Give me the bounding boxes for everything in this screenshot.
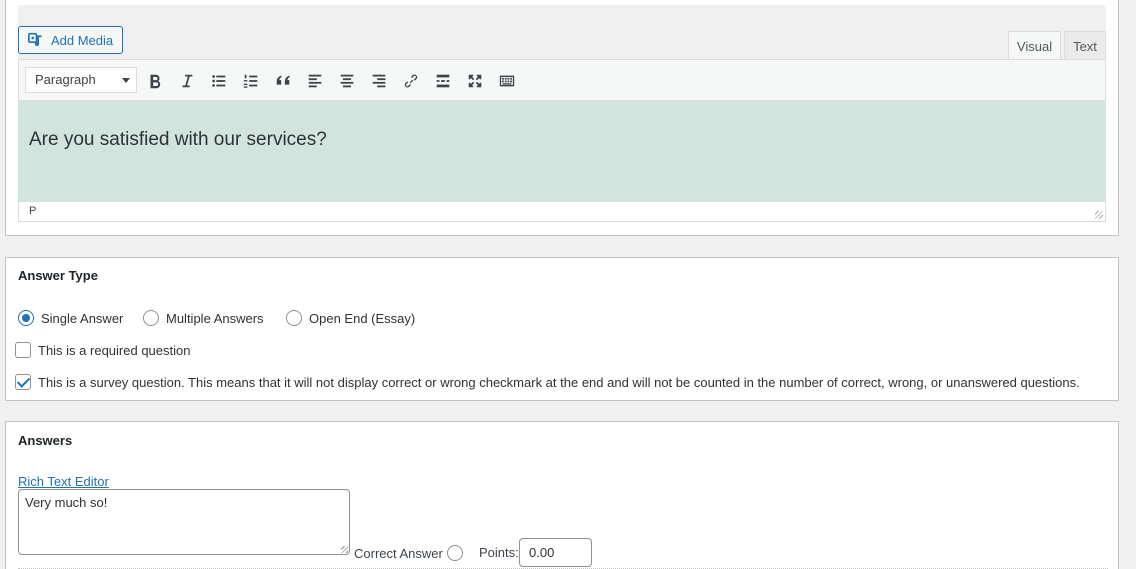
- answer-type-panel: Answer Type Single Answer Multiple Answe…: [5, 257, 1119, 401]
- align-left-icon: [308, 74, 322, 88]
- bulleted-list-button[interactable]: [208, 70, 230, 92]
- open-end-radio[interactable]: [286, 310, 302, 326]
- align-right-icon: [372, 74, 386, 88]
- points-label: Points:: [479, 545, 519, 560]
- tab-visual-label: Visual: [1016, 38, 1053, 54]
- blockquote-button[interactable]: [272, 70, 294, 92]
- single-answer-radio[interactable]: [18, 310, 34, 326]
- required-question-row[interactable]: This is a required question: [15, 342, 190, 358]
- toolbar-toggle-icon: [499, 75, 515, 87]
- correct-answer-label: Correct Answer: [354, 545, 443, 561]
- bulleted-list-icon: [212, 75, 226, 87]
- add-media-button[interactable]: Add Media: [18, 26, 123, 54]
- rich-text-editor-link[interactable]: Rich Text Editor: [18, 474, 109, 489]
- answer-type-heading: Answer Type: [18, 268, 98, 283]
- italic-button[interactable]: [176, 70, 198, 92]
- add-media-label: Add Media: [51, 32, 114, 48]
- answers-heading: Answers: [18, 433, 73, 448]
- align-center-icon: [340, 74, 354, 88]
- resize-handle-icon[interactable]: [341, 546, 348, 553]
- format-select-value: Paragraph: [35, 72, 96, 87]
- question-text: Are you satisfied with our services?: [29, 129, 327, 150]
- multiple-answers-radio[interactable]: [143, 310, 159, 326]
- survey-question-label: This is a survey question. This means th…: [38, 374, 1080, 390]
- format-select[interactable]: Paragraph: [25, 67, 137, 93]
- points-input[interactable]: 0.00: [519, 538, 592, 567]
- tab-text-label: Text: [1073, 38, 1097, 54]
- align-center-button[interactable]: [336, 70, 358, 92]
- element-path[interactable]: P: [29, 205, 36, 217]
- read-more-icon: [436, 74, 450, 88]
- bold-icon: [150, 74, 161, 89]
- editor-statusbar: P: [18, 202, 1106, 222]
- read-more-button[interactable]: [432, 70, 454, 92]
- answer-text: Very much so!: [25, 495, 108, 510]
- fullscreen-button[interactable]: [464, 70, 486, 92]
- answer-textarea[interactable]: Very much so!: [18, 489, 350, 555]
- italic-icon: [182, 74, 193, 88]
- editor-toolbar: Paragraph: [18, 59, 1106, 101]
- multiple-answers-option[interactable]: Multiple Answers: [143, 310, 264, 326]
- toolbar-toggle-button[interactable]: [496, 70, 518, 92]
- single-answer-label: Single Answer: [41, 310, 124, 326]
- fullscreen-icon: [468, 74, 482, 88]
- editor-content-area[interactable]: Are you satisfied with our services?: [18, 101, 1106, 202]
- question-editor-panel: Add Media Visual Text Paragraph Are you …: [5, 0, 1119, 236]
- resize-handle-icon[interactable]: [1095, 211, 1103, 219]
- required-question-label: This is a required question: [38, 342, 191, 358]
- survey-question-row[interactable]: This is a survey question. This means th…: [15, 374, 1080, 390]
- blockquote-icon: [276, 75, 290, 85]
- correct-answer-option[interactable]: Correct Answer: [354, 545, 463, 561]
- tab-text[interactable]: Text: [1064, 31, 1106, 60]
- numbered-list-icon: [243, 74, 258, 88]
- single-answer-option[interactable]: Single Answer: [18, 310, 123, 326]
- align-right-button[interactable]: [368, 70, 390, 92]
- required-question-checkbox[interactable]: [15, 342, 31, 358]
- align-left-button[interactable]: [304, 70, 326, 92]
- bold-button[interactable]: [144, 70, 166, 92]
- media-icon: [28, 32, 42, 46]
- chevron-down-icon: [122, 78, 130, 83]
- open-end-label: Open End (Essay): [309, 310, 416, 326]
- answers-panel: Answers Rich Text Editor Very much so! C…: [5, 421, 1119, 569]
- numbered-list-button[interactable]: [240, 70, 262, 92]
- link-icon: [404, 74, 418, 88]
- editor-header: [18, 5, 1106, 59]
- tab-visual[interactable]: Visual: [1008, 31, 1061, 60]
- open-end-option[interactable]: Open End (Essay): [286, 310, 415, 326]
- survey-question-checkbox[interactable]: [15, 374, 31, 390]
- multiple-answers-label: Multiple Answers: [166, 310, 264, 326]
- correct-answer-radio[interactable]: [446, 545, 463, 561]
- link-button[interactable]: [400, 70, 422, 92]
